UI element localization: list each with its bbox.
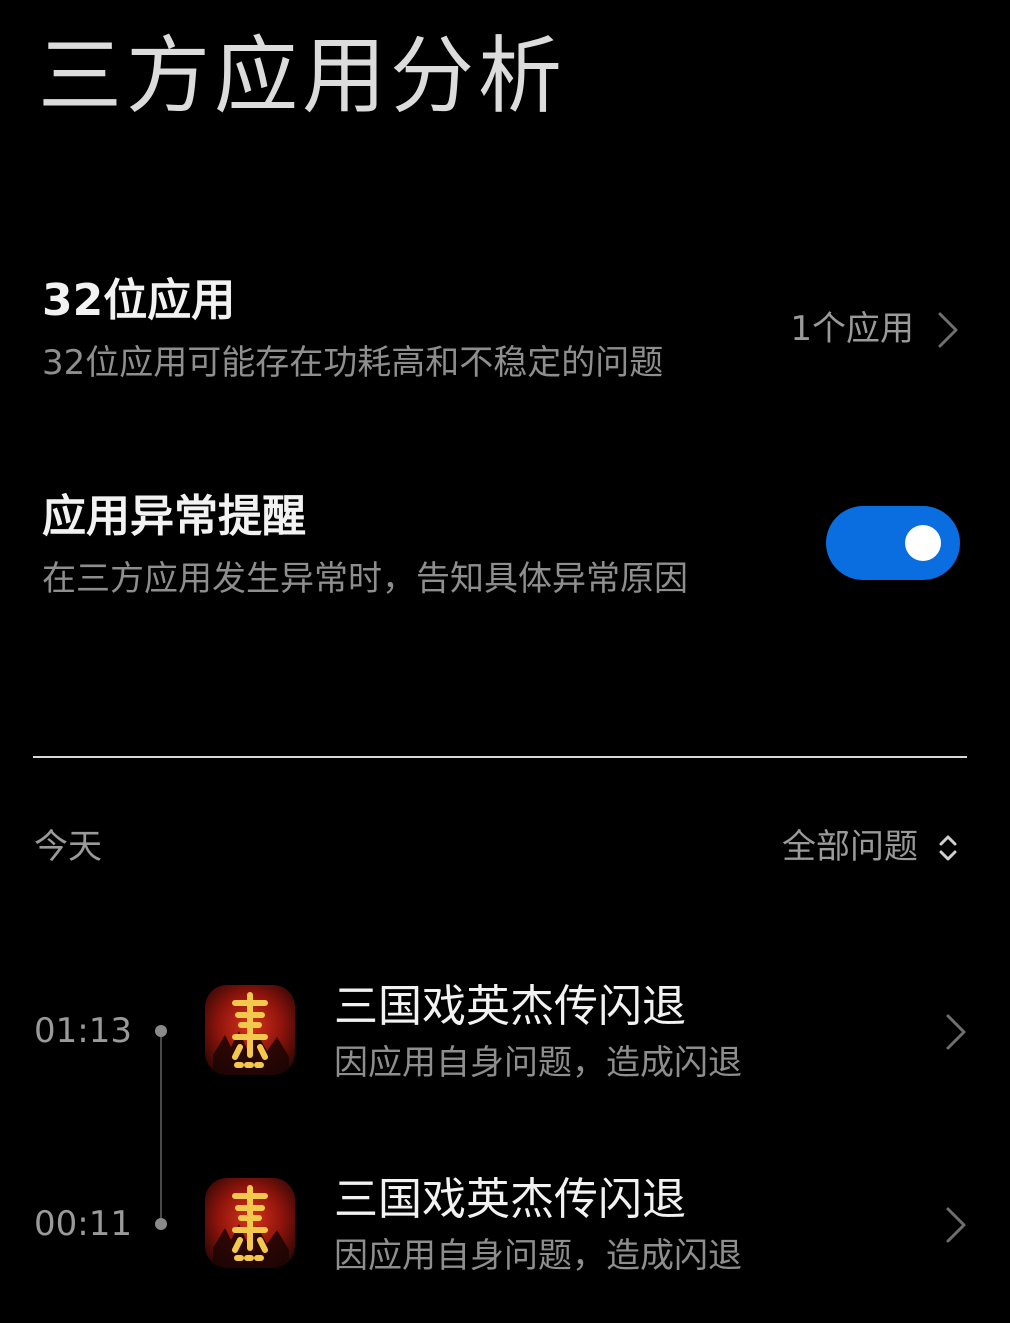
setting-32bit-count: 1个应用: [790, 309, 914, 349]
issue-filter-label: 全部问题: [782, 827, 918, 867]
crash-event-item[interactable]: 01:13 三国戏英杰传闪退 因应用自身问题，造成闪退: [0, 956, 1010, 1106]
event-description: 因应用自身问题，造成闪退: [334, 1236, 742, 1276]
event-title: 三国戏英杰传闪退: [334, 1174, 686, 1225]
setting-32bit-title: 32位应用: [42, 275, 236, 326]
anomaly-alert-toggle[interactable]: [826, 506, 960, 580]
sort-updown-icon: [939, 835, 957, 861]
history-date-label: 今天: [34, 827, 102, 867]
event-time: 00:11: [34, 1204, 132, 1244]
page-title: 三方应用分析: [38, 27, 567, 125]
toggle-knob: [905, 525, 941, 561]
timeline-dot: [155, 1025, 167, 1037]
setting-alert-title: 应用异常提醒: [42, 491, 306, 542]
setting-32bit-apps[interactable]: 32位应用 32位应用可能存在功耗高和不稳定的问题 1个应用: [42, 268, 960, 398]
event-description: 因应用自身问题，造成闪退: [334, 1043, 742, 1083]
chevron-right-icon: [946, 1207, 966, 1243]
crash-event-item[interactable]: 00:11 三国戏英杰传闪退 因应用自身问题，造成闪退: [0, 1149, 1010, 1299]
divider: [33, 756, 967, 758]
sanguo-app-icon: [205, 1178, 295, 1268]
setting-anomaly-alert: 应用异常提醒 在三方应用发生异常时，告知具体异常原因: [42, 484, 960, 614]
timeline-dot: [155, 1218, 167, 1230]
issue-filter-dropdown[interactable]: 全部问题: [760, 818, 960, 878]
sanguo-app-icon: [205, 985, 295, 1075]
setting-alert-description: 在三方应用发生异常时，告知具体异常原因: [42, 559, 688, 599]
event-title: 三国戏英杰传闪退: [334, 981, 686, 1032]
chevron-right-icon: [946, 1014, 966, 1050]
history-header: 今天 全部问题: [34, 818, 960, 878]
event-time: 01:13: [34, 1011, 132, 1051]
chevron-right-icon: [938, 312, 958, 348]
setting-32bit-description: 32位应用可能存在功耗高和不稳定的问题: [42, 343, 664, 383]
